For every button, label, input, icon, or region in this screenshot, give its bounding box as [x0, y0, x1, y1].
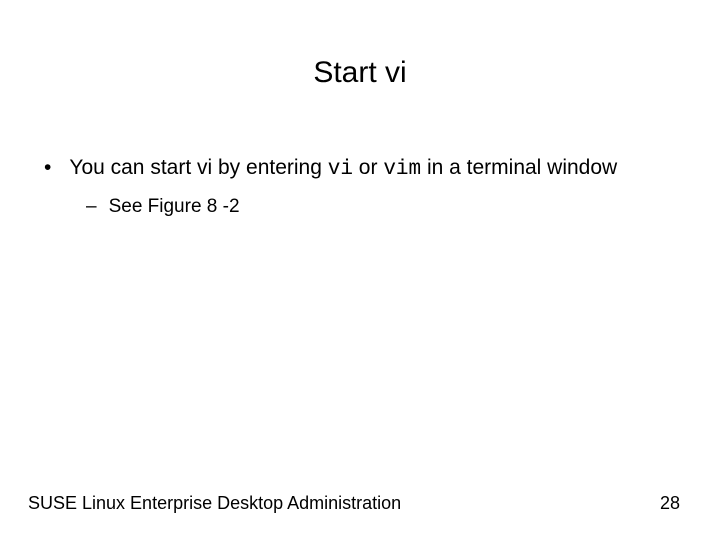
bullet-pre: You can start vi by entering	[69, 156, 327, 179]
footer-title: SUSE Linux Enterprise Desktop Administra…	[28, 493, 401, 514]
slide-content: • You can start vi by entering vi or vim…	[0, 90, 720, 218]
bullet-mid: or	[353, 156, 383, 179]
slide-title: Start vi	[0, 0, 720, 90]
slide: Start vi • You can start vi by entering …	[0, 0, 720, 540]
footer: SUSE Linux Enterprise Desktop Administra…	[0, 493, 720, 514]
code-vi: vi	[328, 158, 353, 181]
sub-bullet-text: See Figure 8 -2	[109, 196, 240, 218]
dash-icon: –	[86, 196, 97, 218]
code-vim: vim	[383, 158, 421, 181]
bullet-text: You can start vi by entering vi or vim i…	[69, 154, 680, 184]
bullet-main: • You can start vi by entering vi or vim…	[40, 154, 680, 184]
page-number: 28	[660, 493, 680, 514]
bullet-icon: •	[44, 154, 51, 182]
sub-bullet: – See Figure 8 -2	[86, 196, 680, 218]
bullet-post: in a terminal window	[421, 156, 617, 179]
